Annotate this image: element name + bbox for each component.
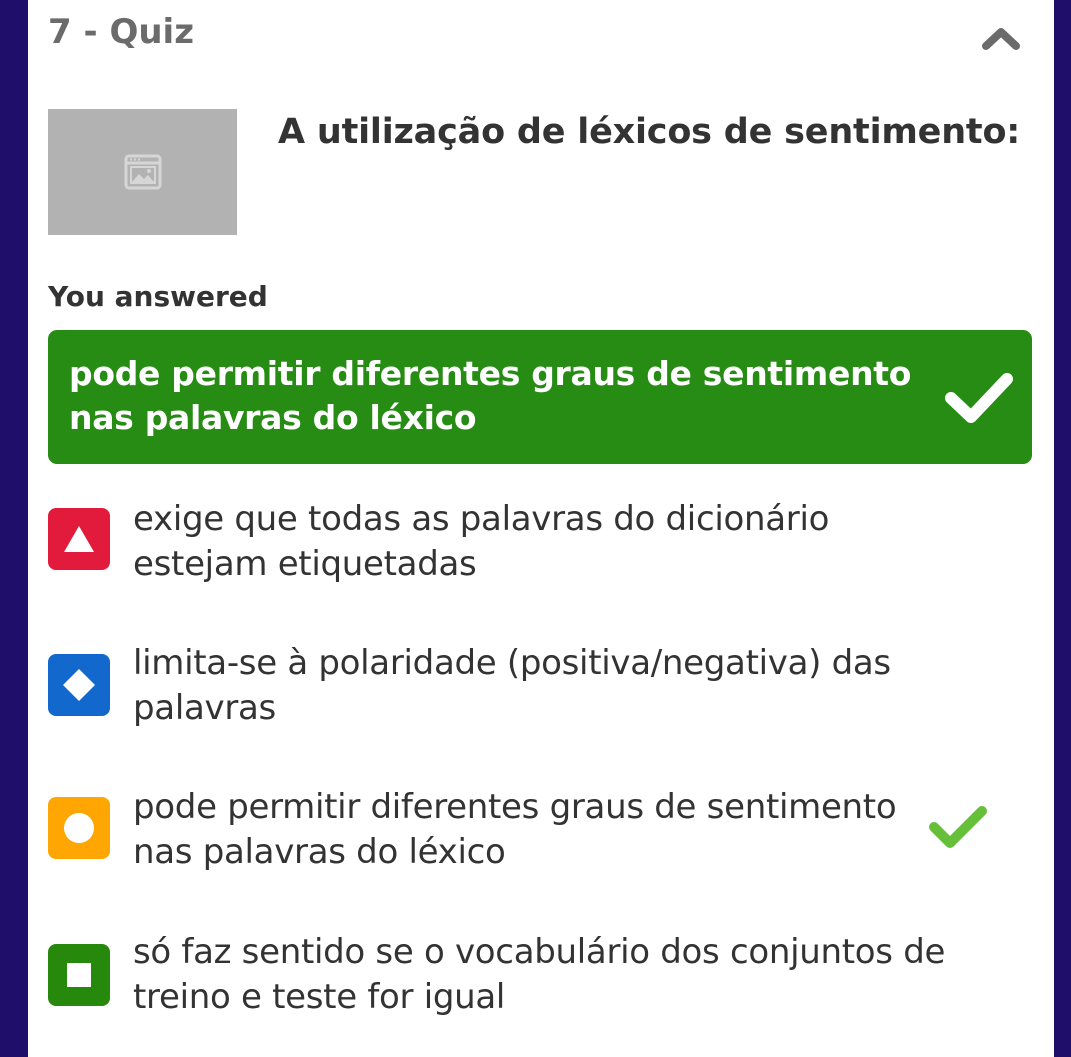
diamond-icon	[48, 654, 110, 716]
answer-option-text: pode permitir diferentes graus de sentim…	[133, 787, 897, 872]
selected-answer: pode permitir diferentes graus de sentim…	[48, 330, 1032, 464]
correct-check-icon	[929, 806, 987, 848]
question-text: A utilização de léxicos de sentimento:	[278, 112, 1021, 152]
quiz-title: 7 - Quiz	[48, 12, 194, 52]
check-icon	[945, 373, 1013, 423]
image-placeholder-icon	[124, 154, 161, 190]
triangle-icon	[48, 508, 110, 570]
selected-answer-text: pode permitir diferentes graus de sentim…	[69, 354, 912, 437]
question-image	[48, 109, 237, 235]
answer-option-text: exige que todas as palavras do dicionári…	[133, 499, 830, 584]
answer-option-text: só faz sentido se o vocabulário dos conj…	[133, 932, 946, 1017]
quiz-card: 7 - Quiz A utilização de léxicos de sent…	[28, 0, 1054, 1057]
collapse-button[interactable]	[978, 18, 1024, 58]
you-answered-label: You answered	[48, 280, 268, 313]
square-icon	[48, 944, 110, 1006]
chevron-up-icon	[982, 28, 1020, 50]
circle-icon	[48, 797, 110, 859]
answer-option-text: limita-se à polaridade (positiva/negativ…	[133, 643, 891, 728]
